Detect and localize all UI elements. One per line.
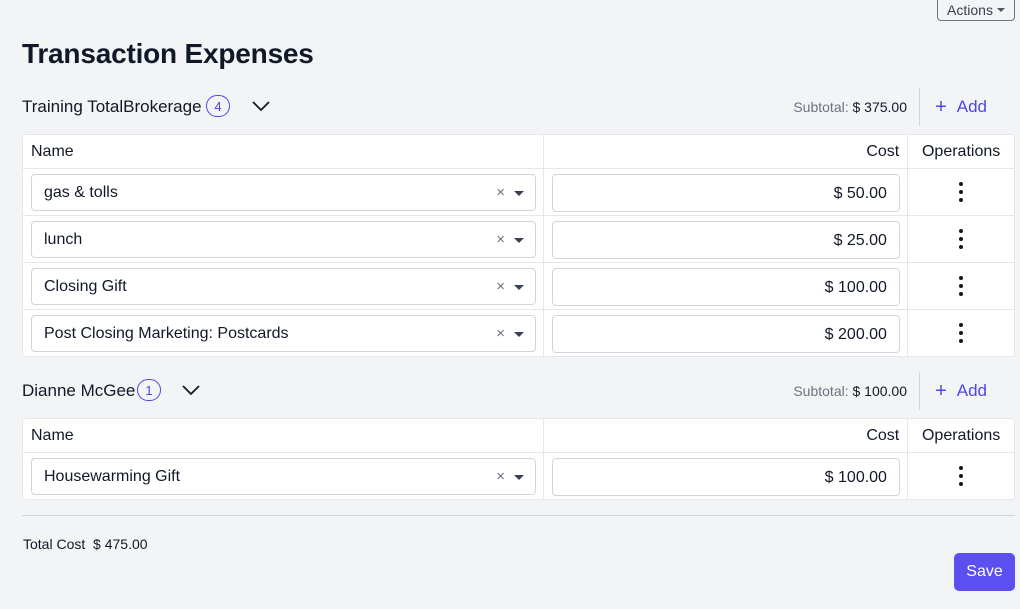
- column-header-cost: Cost: [866, 143, 900, 160]
- clear-icon[interactable]: ×: [496, 278, 505, 295]
- expense-name-value: Post Closing Marketing: Postcards: [44, 325, 289, 342]
- expense-name-value: Closing Gift: [44, 278, 127, 295]
- chevron-down-icon[interactable]: [180, 380, 202, 400]
- cost-value: $ 100.00: [824, 469, 887, 486]
- table-row: Closing Gift × $ 100.00: [23, 262, 1014, 309]
- actions-label: Actions: [947, 1, 993, 18]
- caret-down-icon[interactable]: [514, 238, 524, 243]
- section-divider: [22, 515, 1015, 516]
- cost-value: $ 200.00: [824, 326, 887, 343]
- caret-down-icon[interactable]: [514, 191, 524, 196]
- add-expense-button[interactable]: + Add: [935, 381, 987, 401]
- cost-input[interactable]: $ 100.00: [551, 458, 900, 496]
- cost-input[interactable]: $ 100.00: [551, 268, 900, 306]
- plus-icon: +: [935, 380, 947, 402]
- table-row: Post Closing Marketing: Postcards × $ 20…: [23, 309, 1014, 356]
- expense-name-select[interactable]: Closing Gift ×: [31, 268, 536, 305]
- actions-dropdown[interactable]: Actions: [937, 0, 1015, 21]
- caret-down-icon[interactable]: [514, 475, 524, 480]
- total-cost-value: $ 475.00: [93, 536, 148, 552]
- caret-down-icon[interactable]: [514, 285, 524, 290]
- add-expense-button[interactable]: + Add: [935, 97, 987, 117]
- expense-name-select[interactable]: lunch ×: [31, 221, 536, 258]
- table-header-row: Name Cost Operations: [23, 135, 1014, 168]
- table-row: lunch × $ 25.00: [23, 215, 1014, 262]
- expense-name-value: lunch: [44, 231, 83, 248]
- column-header-name: Name: [31, 143, 74, 160]
- page-title: Transaction Expenses: [22, 38, 314, 69]
- subtotal-label: Subtotal:: [793, 383, 849, 399]
- add-label: Add: [956, 381, 987, 400]
- total-cost: Total Cost $ 475.00: [23, 536, 148, 552]
- cost-value: $ 50.00: [833, 185, 887, 202]
- subtotal-value: $ 375.00: [852, 99, 908, 115]
- cost-value: $ 100.00: [824, 279, 887, 296]
- table-row: Housewarming Gift × $ 100.00: [23, 452, 1014, 499]
- column-header-operations: Operations: [921, 143, 1001, 160]
- group-name: Dianne McGee: [22, 381, 136, 400]
- subtotal: Subtotal: $ 375.00: [793, 99, 907, 115]
- total-cost-label: Total Cost: [23, 536, 86, 552]
- clear-icon[interactable]: ×: [496, 325, 505, 342]
- kebab-menu-icon[interactable]: [908, 229, 1014, 249]
- kebab-menu-icon[interactable]: [908, 323, 1014, 343]
- clear-icon[interactable]: ×: [496, 231, 505, 248]
- expense-name-value: Housewarming Gift: [44, 468, 181, 485]
- column-header-cost: Cost: [866, 427, 900, 444]
- expense-table: Name Cost Operations Housewarming Gift ×…: [22, 418, 1015, 500]
- kebab-menu-icon[interactable]: [908, 276, 1014, 296]
- plus-icon: +: [935, 96, 947, 118]
- expense-name-select[interactable]: Post Closing Marketing: Postcards ×: [31, 315, 536, 352]
- cost-input[interactable]: $ 200.00: [551, 315, 900, 353]
- expense-table: Name Cost Operations gas & tolls × $ 50.…: [22, 134, 1015, 357]
- clear-icon[interactable]: ×: [496, 468, 505, 485]
- expense-group-header: Dianne McGee 1 Subtotal: $ 100.00 + Add: [22, 372, 1015, 410]
- clear-icon[interactable]: ×: [496, 184, 505, 201]
- cost-input[interactable]: $ 25.00: [551, 221, 900, 259]
- subtotal: Subtotal: $ 100.00: [793, 383, 907, 399]
- subtotal-value: $ 100.00: [852, 383, 908, 399]
- subtotal-label: Subtotal:: [793, 99, 849, 115]
- cost-value: $ 25.00: [833, 232, 887, 249]
- count-badge: 4: [206, 95, 230, 117]
- column-header-name: Name: [31, 427, 74, 444]
- column-header-operations: Operations: [921, 427, 1001, 444]
- caret-down-icon: [996, 7, 1005, 12]
- expense-name-select[interactable]: gas & tolls ×: [31, 174, 536, 211]
- expense-name-value: gas & tolls: [44, 184, 118, 201]
- cost-input[interactable]: $ 50.00: [551, 174, 900, 212]
- save-button[interactable]: Save: [954, 553, 1015, 591]
- table-row: gas & tolls × $ 50.00: [23, 168, 1014, 215]
- kebab-menu-icon[interactable]: [908, 466, 1014, 486]
- kebab-menu-icon[interactable]: [908, 182, 1014, 202]
- table-header-row: Name Cost Operations: [23, 419, 1014, 452]
- expense-name-select[interactable]: Housewarming Gift ×: [31, 458, 536, 495]
- group-name: Training TotalBrokerage: [22, 97, 202, 116]
- count-badge: 1: [137, 379, 161, 401]
- divider: [919, 372, 920, 410]
- expense-group-header: Training TotalBrokerage 4 Subtotal: $ 37…: [22, 88, 1015, 126]
- divider: [919, 88, 920, 126]
- chevron-down-icon[interactable]: [250, 96, 272, 116]
- caret-down-icon[interactable]: [514, 332, 524, 337]
- add-label: Add: [956, 97, 987, 116]
